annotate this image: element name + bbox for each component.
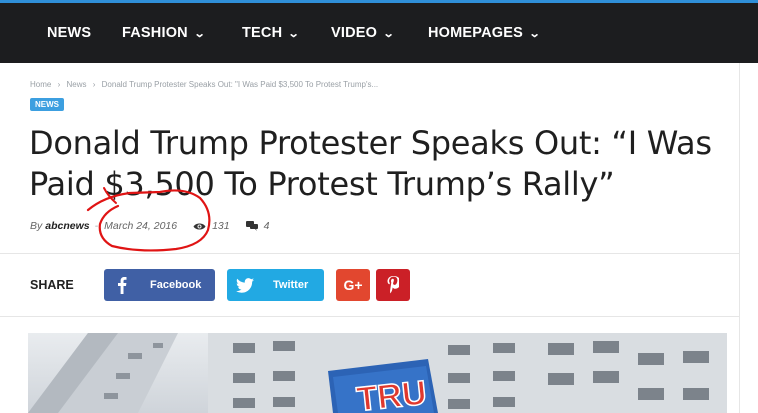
breadcrumb-home[interactable]: Home — [30, 80, 51, 89]
facebook-share-button[interactable]: Facebook — [104, 269, 215, 301]
article-meta: By abcnews - March 24, 2016 131 4 — [30, 220, 269, 232]
chevron-down-icon: ⌄ — [382, 27, 395, 40]
nav-label: NEWS — [47, 25, 92, 41]
nav-item-homepages[interactable]: HOMEPAGES ⌄ — [428, 25, 541, 41]
views-stat: 131 — [193, 220, 230, 232]
category-badge[interactable]: NEWS — [30, 98, 64, 111]
article-hero-image: TRU — [28, 333, 727, 413]
nav-item-news[interactable]: NEWS — [47, 25, 91, 41]
article-title: Donald Trump Protester Speaks Out: “I Wa… — [29, 124, 712, 203]
meta-separator: - — [94, 220, 99, 232]
googleplus-icon: G+ — [343, 277, 363, 293]
twitter-icon — [227, 277, 263, 293]
breadcrumb: Home › News › Donald Trump Protester Spe… — [30, 80, 382, 89]
nav-label: HOMEPAGES — [428, 25, 523, 41]
share-label: SHARE — [30, 278, 74, 292]
twitter-label: Twitter — [273, 279, 309, 291]
article-area: Home › News › Donald Trump Protester Spe… — [0, 63, 740, 413]
comment-icon — [245, 221, 258, 231]
byline-prefix: By — [30, 220, 43, 232]
comments-stat[interactable]: 4 — [245, 220, 270, 232]
pinterest-share-button[interactable] — [376, 269, 410, 301]
facebook-icon — [104, 276, 140, 294]
nav-label: TECH — [242, 25, 283, 41]
nav-label: FASHION — [122, 25, 188, 41]
main-nav: NEWS FASHION ⌄ TECH ⌄ VIDEO ⌄ HOMEPAGES … — [0, 3, 758, 63]
publish-date: March 24, 2016 — [104, 220, 178, 232]
googleplus-share-button[interactable]: G+ — [336, 269, 370, 301]
author-link[interactable]: abcnews — [45, 220, 89, 232]
breadcrumb-separator: › — [92, 80, 96, 89]
eye-icon — [193, 223, 206, 229]
breadcrumb-news[interactable]: News — [66, 80, 86, 89]
breadcrumb-separator: › — [57, 80, 61, 89]
views-count: 131 — [212, 220, 230, 232]
facebook-label: Facebook — [150, 279, 202, 291]
chevron-down-icon: ⌄ — [287, 27, 301, 40]
nav-item-tech[interactable]: TECH ⌄ — [242, 25, 301, 41]
nav-item-fashion[interactable]: FASHION ⌄ — [122, 25, 206, 41]
twitter-share-button[interactable]: Twitter — [227, 269, 324, 301]
share-bar: SHARE Facebook Twitter G+ — [0, 253, 740, 317]
nav-item-video[interactable]: VIDEO ⌄ — [331, 25, 395, 41]
hero-photo: TRU — [28, 333, 727, 413]
chevron-down-icon: ⌄ — [528, 27, 541, 40]
pinterest-icon — [387, 276, 399, 294]
comments-count: 4 — [263, 220, 270, 232]
chevron-down-icon: ⌄ — [193, 27, 206, 40]
nav-label: VIDEO — [331, 25, 378, 41]
breadcrumb-current: Donald Trump Protester Speaks Out: "I Wa… — [101, 80, 379, 89]
sign-text: TRU — [355, 374, 428, 413]
